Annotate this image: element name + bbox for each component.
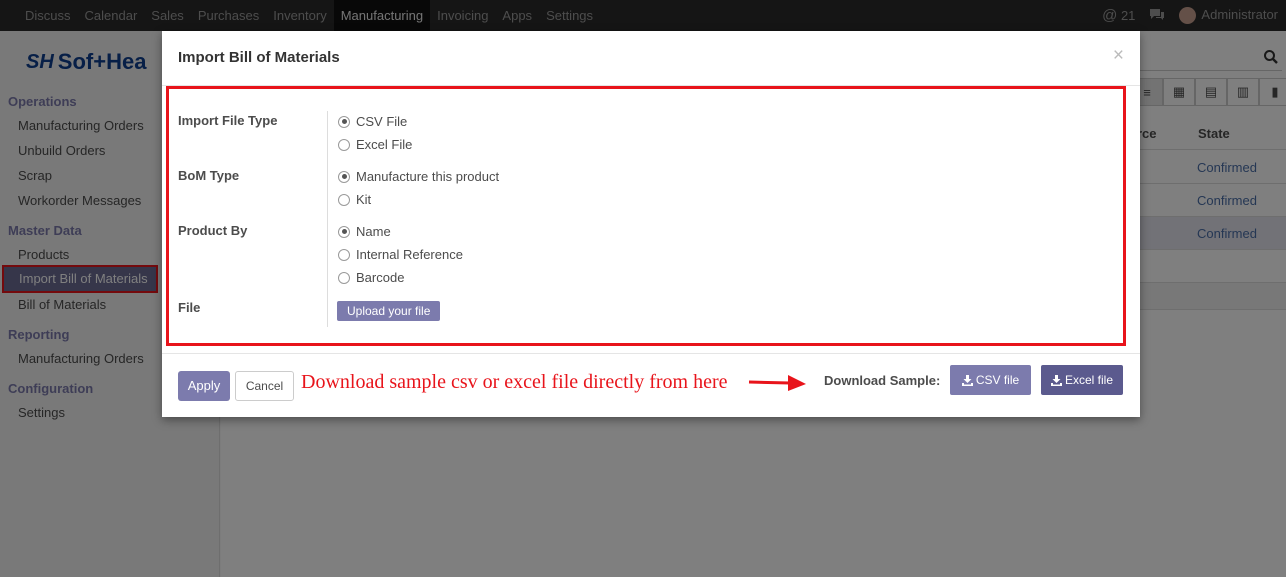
- radio-icon: [338, 271, 350, 284]
- radio-barcode[interactable]: Barcode: [338, 270, 404, 285]
- download-excel-button[interactable]: Excel file: [1041, 365, 1123, 395]
- annotation-text: Download sample csv or excel file direct…: [301, 371, 728, 393]
- divider: [162, 353, 1140, 354]
- divider: [327, 111, 328, 327]
- option-label: Name: [356, 224, 391, 239]
- radio-icon: [338, 138, 350, 151]
- radio-selected-icon: [338, 115, 350, 128]
- option-label: Internal Reference: [356, 247, 463, 262]
- product-by-label: Product By: [178, 223, 248, 238]
- option-label: CSV File: [356, 114, 408, 129]
- option-label: Manufacture this product: [356, 169, 500, 184]
- radio-kit[interactable]: Kit: [338, 192, 371, 207]
- radio-selected-icon: [338, 170, 350, 183]
- csv-button-label: CSV file: [975, 373, 1020, 387]
- download-csv-button[interactable]: CSV file: [950, 365, 1031, 395]
- import-bom-dialog: Import Bill of Materials × Import File T…: [162, 31, 1140, 417]
- download-icon: [961, 374, 973, 386]
- excel-button-label: Excel file: [1064, 373, 1114, 387]
- dialog-title: Import Bill of Materials: [178, 49, 340, 66]
- radio-internal-reference[interactable]: Internal Reference: [338, 247, 463, 262]
- option-label: Kit: [356, 192, 372, 207]
- radio-manufacture-product[interactable]: Manufacture this product: [338, 169, 499, 184]
- download-icon: [1050, 374, 1062, 386]
- radio-product-name[interactable]: Name: [338, 224, 391, 239]
- radio-selected-icon: [338, 225, 350, 238]
- radio-icon: [338, 248, 350, 261]
- close-icon[interactable]: ×: [1113, 45, 1124, 67]
- highlight-frame: [166, 86, 1126, 346]
- upload-file-button[interactable]: Upload your file: [337, 301, 441, 321]
- download-sample-label: Download Sample:: [824, 373, 941, 388]
- option-label: Excel File: [356, 137, 413, 152]
- bom-type-label: BoM Type: [178, 168, 240, 183]
- file-label: File: [178, 300, 201, 315]
- radio-icon: [338, 193, 350, 206]
- import-file-type-label: Import File Type: [178, 113, 278, 128]
- radio-csv-file[interactable]: CSV File: [338, 114, 407, 129]
- arrow-right-icon: [748, 375, 806, 391]
- radio-excel-file[interactable]: Excel File: [338, 137, 412, 152]
- cancel-button[interactable]: Cancel: [235, 371, 294, 401]
- apply-button[interactable]: Apply: [178, 371, 230, 401]
- option-label: Barcode: [356, 270, 405, 285]
